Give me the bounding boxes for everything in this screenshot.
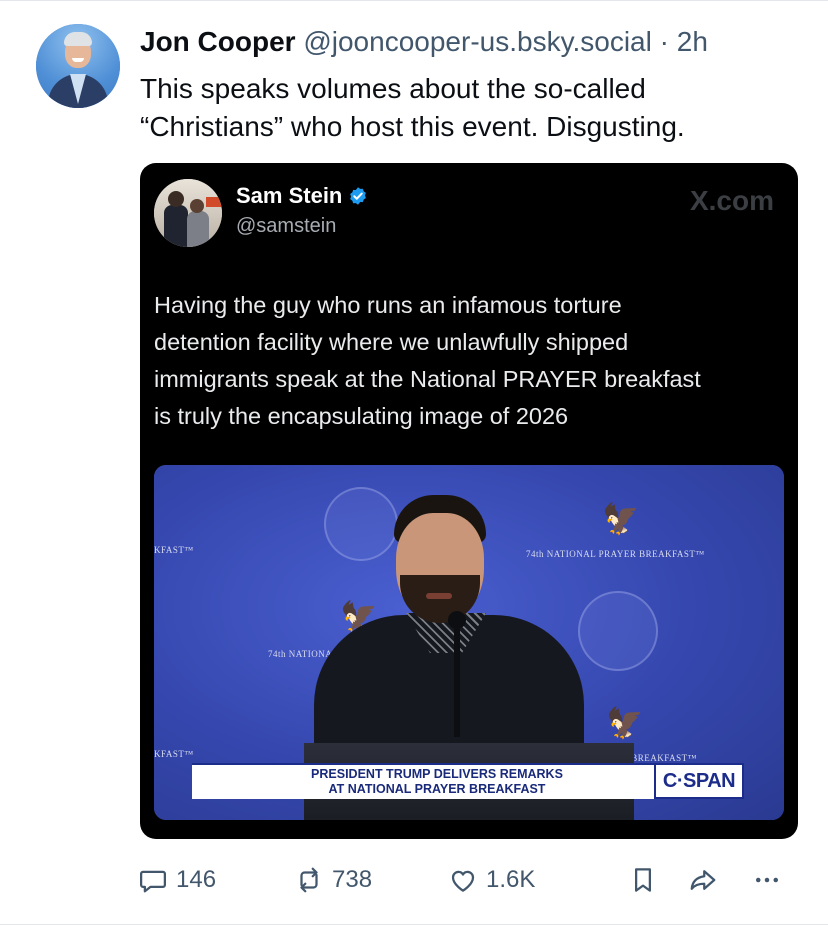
post-text-line: This speaks volumes about the so-called (140, 73, 646, 104)
like-button[interactable]: 1.6K (448, 862, 535, 898)
reply-button[interactable]: 146 (138, 862, 216, 898)
embed-author-name: Sam Stein (236, 183, 343, 208)
presidential-seal (578, 591, 658, 671)
embed-video-still: 🦅 🦅 🦅 KFAST™ 74th NATIONAL PRAYER BREAKF… (154, 465, 784, 820)
embed-text: Having the guy who runs an infamous tort… (154, 287, 784, 435)
bookmark-button[interactable] (628, 862, 658, 898)
eagle-emblem: 🦅 (602, 503, 640, 536)
author-avatar[interactable] (36, 24, 120, 108)
share-icon (690, 870, 716, 890)
embed-text-line: is truly the encapsulating image of 2026 (154, 403, 569, 429)
bookmark-icon (635, 868, 651, 892)
embed-author-avatar (154, 179, 222, 247)
x-watermark: X.com (689, 185, 774, 216)
embed-author-handle: @samstein (236, 215, 337, 237)
verified-icon (350, 187, 367, 205)
chyron-line: AT NATIONAL PRAYER BREAKFAST (328, 782, 546, 796)
reply-count: 146 (176, 866, 217, 893)
cspan-logo: C·SPAN (654, 763, 744, 799)
repost-count: 738 (332, 866, 373, 893)
reply-icon (140, 870, 166, 893)
author-handle[interactable]: @jooncooper-us.bsky.social (303, 26, 652, 57)
separator-dot: · (659, 26, 669, 57)
share-button[interactable] (688, 862, 718, 898)
chyron-line: PRESIDENT TRUMP DELIVERS REMARKS (311, 767, 563, 781)
embed-text-line: immigrants speak at the National PRAYER … (154, 366, 701, 392)
backdrop-label: KFAST™ (154, 545, 194, 555)
post-text: This speaks volumes about the so-called … (140, 70, 800, 146)
post-timestamp[interactable]: 2h (677, 26, 708, 57)
like-icon (451, 870, 475, 892)
backdrop-label: 74th NATIONAL PRAYER BREAKFAST™ (526, 549, 705, 559)
embed-text-line: detention facility where we unlawfully s… (154, 329, 629, 355)
repost-icon (300, 867, 318, 893)
microphone (454, 617, 460, 737)
news-chyron: PRESIDENT TRUMP DELIVERS REMARKS AT NATI… (192, 763, 682, 799)
author-name[interactable]: Jon Cooper (140, 26, 296, 57)
embed-author-name-row: Sam Stein (236, 183, 368, 209)
post-header: Jon Cooper @jooncooper-us.bsky.social · … (140, 26, 708, 58)
like-count: 1.6K (486, 866, 536, 893)
post-actions: 146 738 1.6K (138, 862, 798, 898)
post-text-line: “Christians” who host this event. Disgus… (140, 111, 685, 142)
embedded-post-image[interactable]: Sam Stein @samstein X.com Having the guy… (140, 163, 798, 839)
top-divider (0, 0, 828, 1)
more-button[interactable] (752, 862, 782, 898)
repost-button[interactable]: 738 (294, 862, 372, 898)
bottom-divider (0, 924, 828, 925)
more-icon (756, 877, 778, 883)
backdrop-label: KFAST™ (154, 749, 194, 759)
eagle-emblem: 🦅 (606, 707, 644, 740)
embed-text-line: Having the guy who runs an infamous tort… (154, 292, 622, 318)
presidential-seal (324, 487, 398, 561)
